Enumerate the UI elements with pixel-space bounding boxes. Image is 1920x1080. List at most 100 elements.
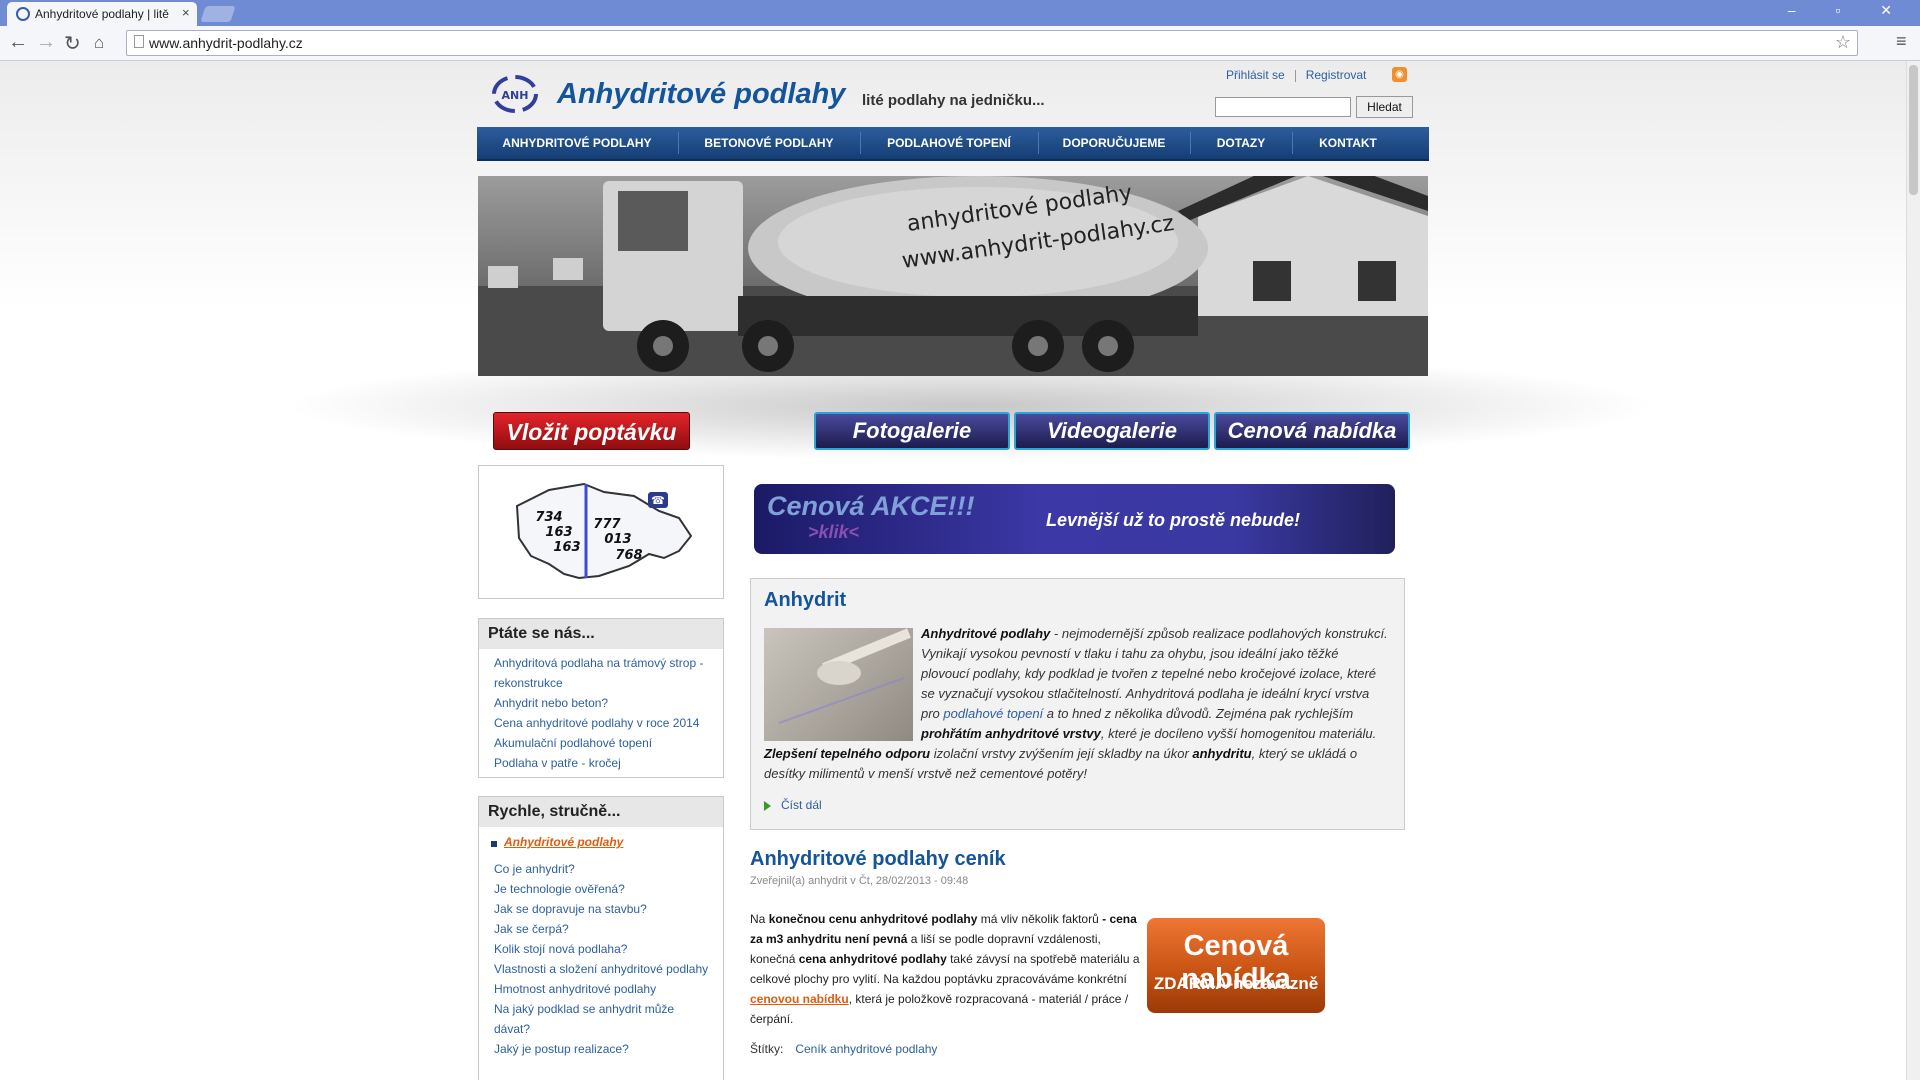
nav-betonove-podlahy[interactable]: BETONOVÉ PODLAHY xyxy=(679,127,859,159)
page-icon xyxy=(134,35,144,48)
nav-podlahove-topeni[interactable]: PODLAHOVÉ TOPENÍ xyxy=(861,127,1037,159)
fotogalerie-button[interactable]: Fotogalerie xyxy=(814,412,1010,450)
bookmark-star-icon[interactable]: ☆ xyxy=(1835,32,1851,53)
vlozit-poptavku-button[interactable]: Vložit poptávku xyxy=(493,412,690,450)
svg-text:☎: ☎ xyxy=(651,494,665,507)
post-title[interactable]: Anhydritové podlahy ceník xyxy=(750,848,1006,871)
phone-right-1: 777 xyxy=(593,517,621,532)
separator xyxy=(1294,69,1296,82)
cenova-nabidka-button[interactable]: Cenová nabídka xyxy=(1214,412,1410,450)
nav-doporucujeme[interactable]: DOPORUČUJEME xyxy=(1039,127,1189,159)
url-text: www.anhydrit-podlahy.cz xyxy=(149,35,303,51)
post-span: Na xyxy=(750,912,769,926)
main-nav: ANHYDRITOVÉ PODLAHY BETONOVÉ PODLAHY POD… xyxy=(477,127,1429,161)
sidebar-link[interactable]: Hmotnost anhydritové podlahy xyxy=(494,979,710,999)
search-button[interactable]: Hledat xyxy=(1356,96,1413,118)
post-meta: Zveřejnil(a) anhydrit v Čt, 28/02/2013 -… xyxy=(750,875,969,887)
read-more-link[interactable]: Číst dál xyxy=(764,798,822,812)
article-strong: Anhydritové podlahy xyxy=(921,626,1051,641)
home-icon[interactable]: ⌂ xyxy=(94,33,104,53)
window-controls[interactable]: – ▫ ✕ xyxy=(1788,2,1910,19)
cenova-nabidka-zdarma-button[interactable]: Cenová nabídka ZDARMA-nezávazně xyxy=(1147,918,1325,1013)
phone-left-2: 163 xyxy=(545,525,572,540)
sidebar-link[interactable]: Co je anhydrit? xyxy=(494,859,710,879)
tags-label: Štítky: xyxy=(750,1042,784,1056)
sidebar-link[interactable]: Kolik stojí nová podlaha? xyxy=(494,939,710,959)
article-strong: Zlepšení tepelného odporu xyxy=(764,746,931,761)
czech-map-icon: ☎ 734 163 163 777 013 768 xyxy=(515,482,693,580)
sidebar-link[interactable]: Anhydrit nebo beton? xyxy=(494,693,710,713)
tag-link[interactable]: Ceník anhydritové podlahy xyxy=(795,1042,937,1056)
svg-text:ANH: ANH xyxy=(502,89,529,102)
phone-left-3: 163 xyxy=(553,540,580,555)
sidebar-link[interactable]: Je technologie ověřená? xyxy=(494,879,710,899)
ptate-se-panel: Ptáte se nás... Anhydritová podlaha na t… xyxy=(478,618,724,778)
article-title[interactable]: Anhydrit xyxy=(764,589,846,612)
browser-toolbar: ← → ↻ ⌂ www.anhydrit-podlahy.cz ☆ xyxy=(0,26,1920,61)
sidebar-link[interactable]: Jak se čerpá? xyxy=(494,919,710,939)
cenova-nabidka-link[interactable]: cenovou nabídku xyxy=(750,992,849,1006)
cenova-akce-banner[interactable]: Cenová AKCE!!! >klik< Levnější už to pro… xyxy=(754,484,1395,554)
hero-banner: anhydritové podlahy www.anhydrit-podlahy… xyxy=(478,176,1428,376)
article-span: a to hned z několika důvodů. Zejména pak… xyxy=(1043,706,1354,721)
truck-illustration: anhydritové podlahy www.anhydrit-podlahy… xyxy=(478,176,1428,376)
register-link[interactable]: Registrovat xyxy=(1306,68,1367,82)
new-tab-button[interactable] xyxy=(200,6,236,22)
nav-anhydritove-podlahy[interactable]: ANHYDRITOVÉ PODLAHY xyxy=(477,127,677,159)
post-body: Na konečnou cenu anhydritové podlahy má … xyxy=(750,909,1140,1029)
rss-icon[interactable]: ◉ xyxy=(1392,67,1407,82)
active-quick-link[interactable]: Anhydritové podlahy xyxy=(479,835,723,849)
article-strong: anhydritu xyxy=(1192,746,1252,761)
address-bar[interactable]: www.anhydrit-podlahy.cz ☆ xyxy=(126,30,1858,56)
akce-klik: >klik< xyxy=(808,522,860,542)
reload-icon[interactable]: ↻ xyxy=(64,31,81,56)
login-link[interactable]: Přihlásit se xyxy=(1226,68,1285,82)
tab-title: Anhydritové podlahy | litě xyxy=(35,7,169,21)
article-span: , které je docíleno vyšší homogenitou ma… xyxy=(1100,726,1377,741)
site-slogan: lité podlahy na jedničku... xyxy=(862,92,1045,109)
sidebar-link[interactable]: Jaký je postup realizace? xyxy=(494,1039,710,1059)
phone-map[interactable]: ☎ 734 163 163 777 013 768 xyxy=(478,465,724,599)
phone-right-3: 768 xyxy=(615,548,642,563)
rychle-links: Co je anhydrit? Je technologie ověřená? … xyxy=(479,859,723,1063)
panel-title: Ptáte se nás... xyxy=(479,619,723,649)
sidebar-link[interactable]: Cena anhydritové podlahy v roce 2014 xyxy=(494,713,710,733)
phone-left-1: 734 xyxy=(535,510,562,525)
user-links: Přihlásit se Registrovat xyxy=(1226,68,1366,82)
ptate-links: Anhydritová podlaha na trámový strop - r… xyxy=(479,649,723,777)
site-title[interactable]: Anhydritové podlahy xyxy=(557,78,845,111)
page-viewport: ANH Anhydritové podlahy lité podlahy na … xyxy=(0,61,1906,1080)
nav-dotazy[interactable]: DOTAZY xyxy=(1191,127,1291,159)
post-strong: cena anhydritové podlahy xyxy=(798,952,947,966)
post-span: má vliv několik faktorů xyxy=(977,912,1103,926)
panel-title: Rychle, stručně... xyxy=(479,797,723,827)
article-text: Anhydritové podlahy - nejmodernější způs… xyxy=(764,624,1389,784)
sidebar-link[interactable]: Akumulační podlahové topení xyxy=(494,733,710,753)
sidebar-link[interactable]: Podlaha v patře - kročej xyxy=(494,753,710,773)
akce-title: Cenová AKCE!!! xyxy=(767,491,975,521)
podlahove-topeni-link[interactable]: podlahové topení xyxy=(943,706,1043,721)
post-strong: konečnou cenu anhydritové podlahy xyxy=(768,912,978,926)
cenova-line2: ZDARMA-nezávazně xyxy=(1153,974,1319,993)
phone-right-2: 013 xyxy=(604,532,631,547)
search-input[interactable] xyxy=(1215,97,1351,117)
back-icon[interactable]: ← xyxy=(8,31,28,54)
sidebar-link[interactable]: Na jaký podklad se anhydrit může dávat? xyxy=(494,999,710,1039)
videogalerie-button[interactable]: Videogalerie xyxy=(1014,412,1210,450)
title-bar: Anhydritové podlahy | litě × – ▫ ✕ xyxy=(0,0,1920,26)
image-spacer xyxy=(764,624,921,742)
close-tab-icon[interactable]: × xyxy=(182,5,190,20)
vertical-scrollbar[interactable] xyxy=(1906,61,1920,1080)
scrollbar-thumb[interactable] xyxy=(1909,65,1918,195)
sidebar-link[interactable]: Vlastnosti a složení anhydritové podlahy xyxy=(494,959,710,979)
nav-kontakt[interactable]: KONTAKT xyxy=(1293,127,1403,159)
article-span: izolační vrstvy zvýšením její skladby na… xyxy=(930,746,1193,761)
sidebar-link[interactable]: Jak se dopravuje na stavbu? xyxy=(494,899,710,919)
menu-icon[interactable]: ≡ xyxy=(1896,31,1907,52)
logo-icon[interactable]: ANH xyxy=(490,73,540,115)
sidebar-link[interactable]: Anhydritová podlaha na trámový strop - r… xyxy=(494,653,710,693)
article-strong: prohřátím anhydritové vrstvy xyxy=(921,726,1101,741)
forward-icon[interactable]: → xyxy=(36,31,56,54)
browser-tab[interactable]: Anhydritové podlahy | litě × xyxy=(7,2,197,26)
article-teaser: Anhydrit Anhydritové podlahy - nejmodern… xyxy=(750,578,1405,830)
